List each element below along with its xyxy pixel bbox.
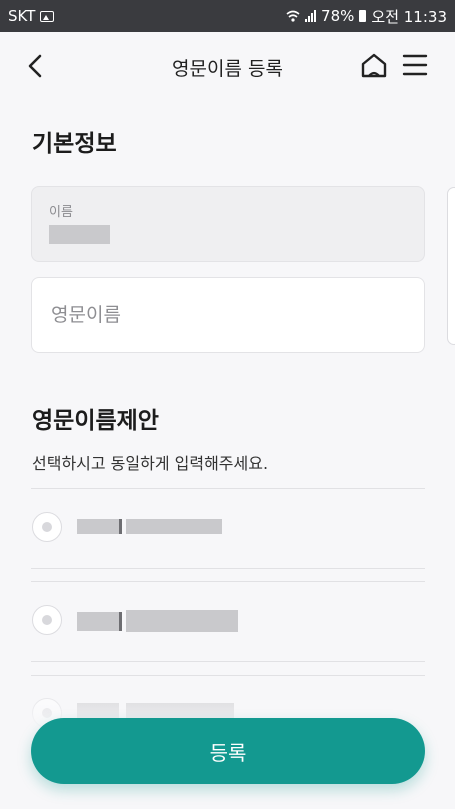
wifi-icon	[286, 10, 300, 22]
clock: 오전 11:33	[371, 7, 447, 26]
english-name-field[interactable]	[31, 277, 425, 353]
signal-icon	[305, 10, 317, 22]
divider	[31, 568, 425, 569]
home-icon	[361, 53, 387, 78]
divider	[31, 581, 425, 582]
battery-icon	[359, 10, 367, 22]
offscreen-card-edge	[447, 187, 455, 345]
suggestion-option[interactable]	[31, 591, 425, 651]
radio-button[interactable]	[32, 512, 62, 542]
option-text-redacted	[119, 519, 122, 534]
radio-button[interactable]	[32, 605, 62, 635]
submit-button[interactable]: 등록	[31, 718, 425, 784]
option-text-redacted	[126, 610, 238, 632]
suggestion-option[interactable]	[31, 498, 425, 558]
name-label: 이름	[49, 205, 73, 220]
home-button[interactable]	[360, 52, 388, 80]
menu-button[interactable]	[402, 52, 428, 78]
suggestion-instruction: 선택하시고 동일하게 입력해주세요.	[32, 454, 269, 473]
divider	[31, 661, 425, 662]
carrier-label: SKT	[8, 7, 36, 25]
option-text-redacted	[77, 612, 119, 631]
name-value-redacted	[49, 225, 110, 244]
option-text-redacted	[77, 519, 119, 534]
english-name-input[interactable]	[49, 303, 407, 327]
name-field: 이름	[31, 186, 425, 262]
divider	[31, 488, 425, 489]
battery-percent: 78%	[321, 7, 355, 25]
header: 영문이름 등록	[0, 32, 455, 100]
option-text-redacted	[119, 612, 122, 631]
suggestion-title: 영문이름제안	[32, 408, 159, 434]
status-bar: SKT 78% 오전 11:33	[0, 0, 455, 32]
basic-info-title: 기본정보	[32, 131, 117, 157]
hamburger-menu-icon	[402, 54, 428, 76]
image-notification-icon	[40, 10, 55, 22]
option-text-redacted	[126, 519, 222, 534]
